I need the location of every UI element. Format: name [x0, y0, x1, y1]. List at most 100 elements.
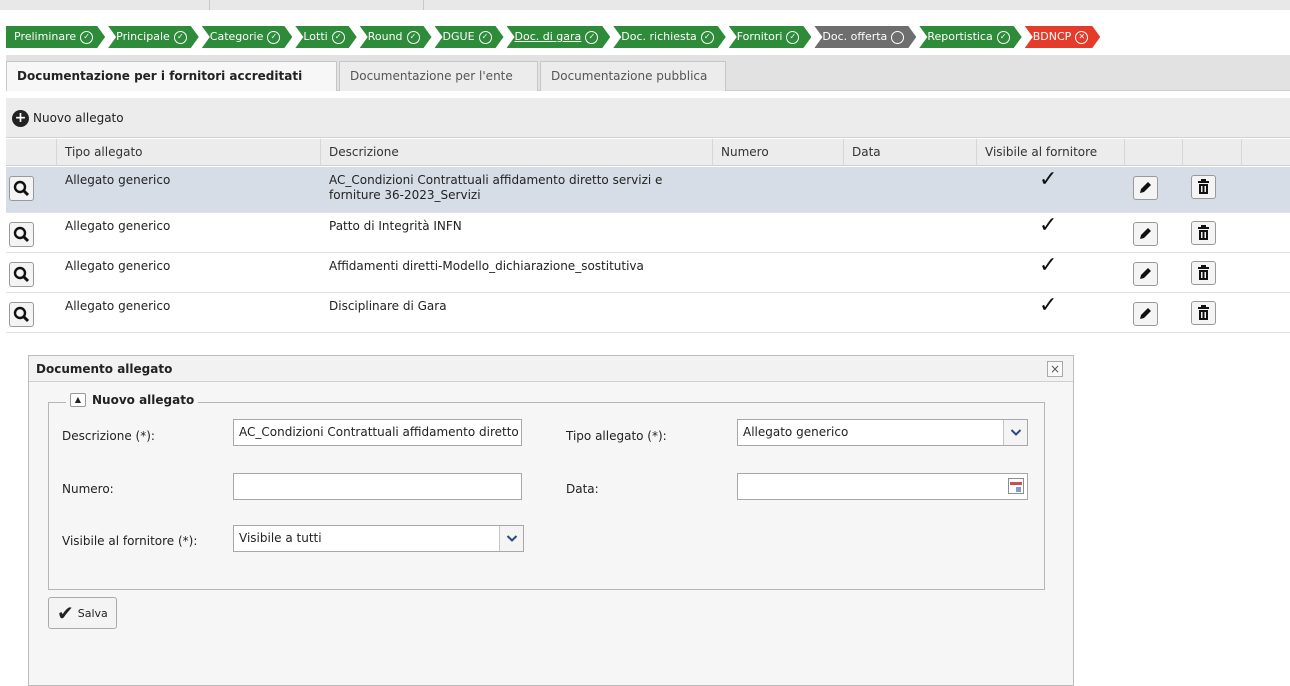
- step-bdncp[interactable]: BDNCP ✕: [1025, 26, 1101, 48]
- step-label: DGUE: [442, 30, 475, 43]
- top-strip-segment: [0, 0, 210, 10]
- step-reportistica[interactable]: Reportistica ✓: [919, 26, 1021, 48]
- visibile-fornitore-select[interactable]: Visibile a tutti: [233, 525, 524, 552]
- visibile-fornitore-value: Visibile a tutti: [239, 531, 322, 545]
- view-button[interactable]: [9, 222, 34, 247]
- magnifier-icon: [13, 226, 30, 243]
- tab-documentazione-pubblica[interactable]: Documentazione pubblica: [540, 61, 726, 91]
- cell-descrizione: Patto di Integrità INFN: [329, 219, 462, 233]
- header-visibile-fornitore[interactable]: Visibile al fornitore: [977, 139, 1125, 166]
- check-circle-icon: ✓: [585, 31, 598, 44]
- data-input[interactable]: [737, 473, 1028, 500]
- table-row[interactable]: Allegato generico AC_Condizioni Contrattu…: [6, 167, 1290, 213]
- step-fornitori[interactable]: Fornitori ✓: [729, 26, 812, 48]
- step-dgue[interactable]: DGUE ✓: [435, 26, 504, 48]
- delete-button[interactable]: [1191, 221, 1216, 245]
- edit-button[interactable]: [1133, 176, 1158, 200]
- step-label: Fornitori: [736, 30, 783, 43]
- step-round[interactable]: Round ✓: [360, 26, 432, 48]
- checkmark-icon: ✔: [57, 601, 74, 625]
- step-lotti[interactable]: Lotti ✓: [295, 26, 356, 48]
- tab-fornitori-accreditati[interactable]: Documentazione per i fornitori accredita…: [6, 61, 337, 91]
- step-doc-offerta[interactable]: Doc. offerta: [814, 26, 916, 48]
- header-delete: [1183, 139, 1242, 166]
- step-label: Doc. richiesta: [621, 30, 697, 43]
- cell-tipo-allegato: Allegato generico: [65, 299, 171, 313]
- cell-tipo-allegato: Allegato generico: [65, 219, 171, 233]
- step-label: Doc. offerta: [822, 30, 888, 43]
- plus-circle-icon: +: [12, 109, 29, 127]
- tipo-allegato-select[interactable]: Allegato generico: [737, 419, 1028, 446]
- fieldset-legend-label: Nuovo allegato: [92, 393, 195, 407]
- check-circle-icon: ✓: [479, 31, 492, 44]
- pencil-icon: [1140, 228, 1151, 239]
- edit-button[interactable]: [1133, 302, 1158, 326]
- cell-descrizione: Disciplinare di Gara: [329, 299, 447, 313]
- empty-circle-icon: [891, 31, 904, 44]
- header-data[interactable]: Data: [844, 139, 977, 166]
- tab-bar: Documentazione per i fornitori accredita…: [6, 55, 1290, 91]
- check-circle-icon: ✓: [332, 31, 345, 44]
- header-edit: [1125, 139, 1183, 166]
- step-preliminare[interactable]: Preliminare ✓: [6, 26, 105, 48]
- top-strip-segment: [210, 0, 424, 10]
- header-numero[interactable]: Numero: [713, 139, 844, 166]
- step-categorie[interactable]: Categorie ✓: [202, 26, 293, 48]
- check-circle-icon: ✓: [407, 31, 420, 44]
- trash-icon: [1198, 265, 1209, 280]
- delete-button[interactable]: [1191, 301, 1216, 325]
- table-row[interactable]: Allegato generico Affidamenti diretti-Mod…: [6, 253, 1290, 293]
- cell-tipo-allegato: Allegato generico: [65, 173, 171, 187]
- calendar-icon[interactable]: [1008, 478, 1024, 494]
- descrizione-label: Descrizione (*):: [62, 429, 155, 443]
- magnifier-icon: [13, 180, 30, 197]
- edit-button[interactable]: [1133, 222, 1158, 246]
- collapse-up-icon[interactable]: ▲: [70, 393, 86, 407]
- visible-checkmark-icon: ✓: [1039, 253, 1058, 278]
- add-attachment-button[interactable]: + Nuovo allegato: [12, 108, 124, 128]
- view-button[interactable]: [9, 262, 34, 287]
- pencil-icon: [1140, 182, 1151, 193]
- delete-button[interactable]: [1191, 261, 1216, 285]
- top-strip: [0, 0, 1290, 10]
- step-label: Principale: [116, 30, 170, 43]
- check-circle-icon: ✓: [997, 31, 1010, 44]
- new-attachment-fieldset: ▲ Nuovo allegato Descrizione (*): AC_Con…: [48, 393, 1045, 590]
- view-button[interactable]: [9, 302, 34, 327]
- workflow-steps: Preliminare ✓ Principale ✓ Categorie ✓ Lotti ✓ R…: [6, 26, 1290, 48]
- header-descrizione[interactable]: Descrizione: [321, 139, 713, 166]
- step-principale[interactable]: Principale ✓: [108, 26, 199, 48]
- step-doc-di-gara[interactable]: Doc. di gara ✓: [507, 26, 611, 48]
- chevron-down-icon[interactable]: [1003, 420, 1027, 445]
- table-row[interactable]: Allegato generico Patto di Integrità INFN…: [6, 213, 1290, 253]
- step-label: Categorie: [209, 30, 264, 43]
- descrizione-input[interactable]: AC_Condizioni Contrattuali affidamento d…: [233, 419, 522, 446]
- fieldset-legend: ▲ Nuovo allegato: [66, 393, 199, 407]
- chevron-down-icon[interactable]: [499, 526, 523, 551]
- visibile-fornitore-label: Visibile al fornitore (*):: [62, 534, 198, 548]
- cell-descrizione: Affidamenti diretti-Modello_dichiarazion…: [329, 259, 644, 273]
- visible-checkmark-icon: ✓: [1039, 167, 1058, 192]
- table-row[interactable]: Allegato generico Disciplinare di Gara ✓: [6, 293, 1290, 333]
- numero-label: Numero:: [62, 482, 114, 496]
- check-circle-icon: ✓: [174, 31, 187, 44]
- header-tipo-allegato[interactable]: Tipo allegato: [57, 139, 321, 166]
- edit-button[interactable]: [1133, 262, 1158, 286]
- tab-documentazione-ente[interactable]: Documentazione per l'ente: [339, 61, 538, 91]
- trash-icon: [1198, 225, 1209, 240]
- check-circle-icon: ✓: [786, 31, 799, 44]
- delete-button[interactable]: [1191, 175, 1216, 199]
- cell-descrizione: AC_Condizioni Contrattuali affidamento d…: [329, 173, 663, 202]
- close-icon[interactable]: ×: [1047, 361, 1063, 377]
- save-button[interactable]: ✔ Salva: [48, 597, 117, 629]
- step-label: BDNCP: [1032, 30, 1072, 43]
- trash-icon: [1198, 179, 1209, 194]
- x-circle-icon: ✕: [1075, 31, 1088, 44]
- step-label: Doc. di gara: [514, 30, 582, 43]
- tipo-allegato-label: Tipo allegato (*):: [566, 429, 667, 443]
- numero-input[interactable]: [233, 473, 522, 500]
- check-circle-icon: ✓: [267, 31, 280, 44]
- step-doc-richiesta[interactable]: Doc. richiesta ✓: [613, 26, 725, 48]
- view-button[interactable]: [9, 176, 34, 201]
- visible-checkmark-icon: ✓: [1039, 293, 1058, 318]
